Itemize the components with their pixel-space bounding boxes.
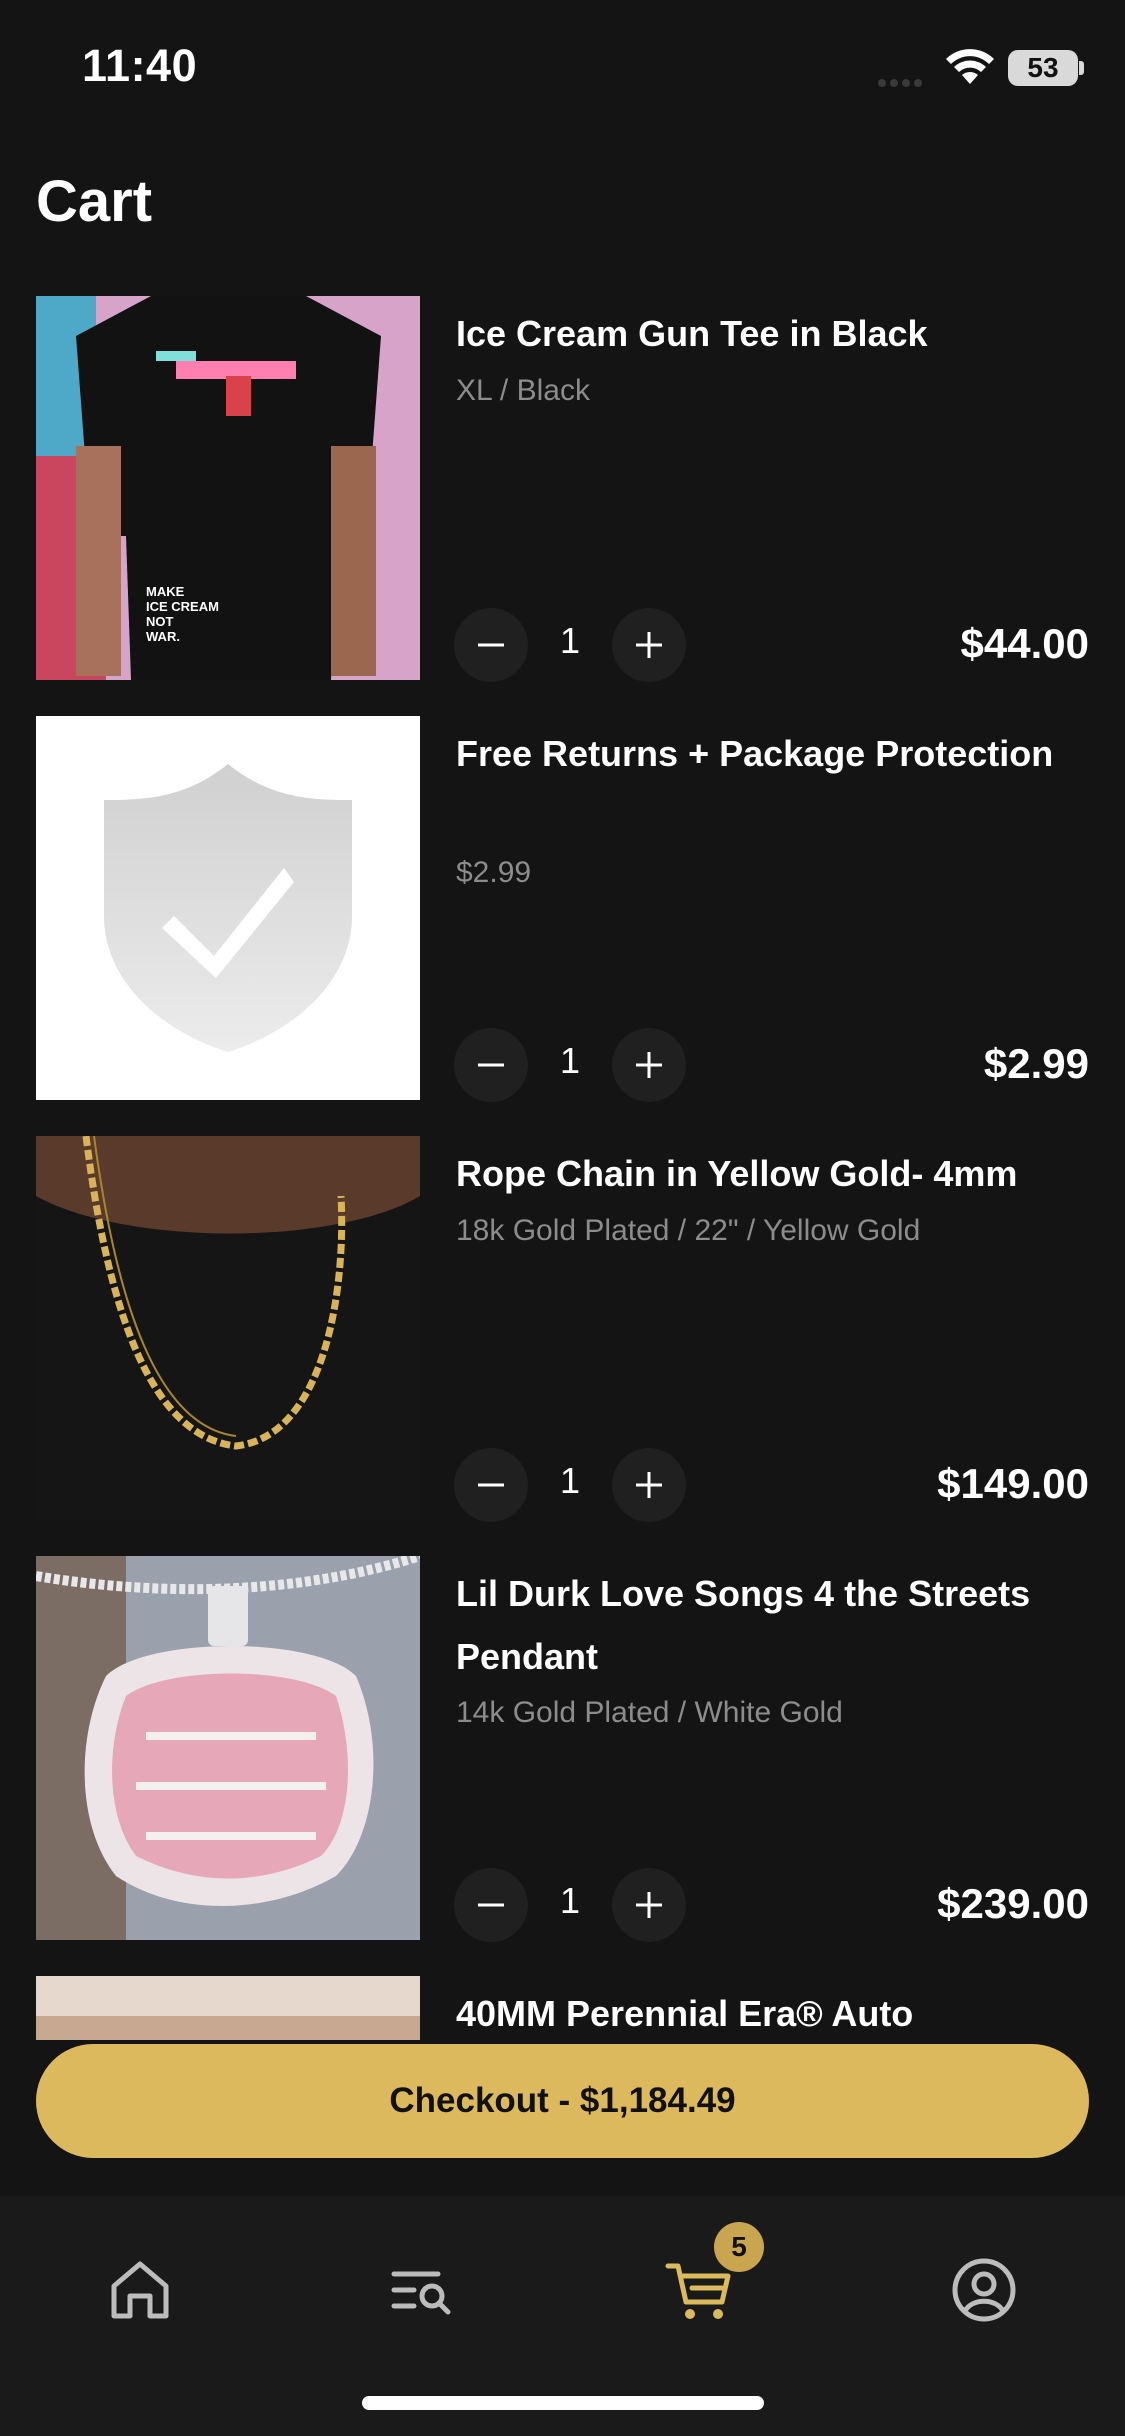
item-name[interactable]: Lil Durk Love Songs 4 the Streets Pendan… [456,1562,1096,1688]
decrease-quantity-button[interactable] [454,608,528,682]
item-variant: XL / Black [456,374,590,407]
rope-chain-photo[interactable] [36,1136,420,1520]
minus-icon [478,1063,504,1067]
increase-quantity-button[interactable] [612,1028,686,1102]
battery-tip [1079,61,1084,75]
decrease-quantity-button[interactable] [454,1028,528,1102]
increase-quantity-button[interactable] [612,608,686,682]
watch-photo[interactable] [36,1976,420,2040]
item-name[interactable]: 40MM Perennial Era® Auto [456,1982,1096,2040]
pendant-photo[interactable] [36,1556,420,1940]
minus-icon [478,1483,504,1487]
home-indicator[interactable] [362,2396,764,2410]
quantity-value: 1 [559,1040,581,1081]
status-bar: 11:40 53 [0,0,1125,140]
item-price: $239.00 [937,1880,1089,1927]
svg-text:WAR.: WAR. [146,629,180,644]
status-time: 11:40 [82,40,198,91]
cart-item[interactable]: 40MM Perennial Era® Auto [0,1976,1125,2040]
account-icon [952,2258,1016,2322]
tab-account[interactable] [948,2254,1020,2326]
quantity-value: 1 [559,1460,581,1501]
item-variant: 18k Gold Plated / 22" / Yellow Gold [456,1214,921,1247]
cart-item[interactable]: MAKE ICE CREAM NOT WAR. Ice Cream Gun Te… [0,296,1125,682]
quantity-stepper: 1 [454,1028,686,1102]
item-name[interactable]: Ice Cream Gun Tee in Black [456,302,1096,365]
wifi-icon [946,49,994,84]
battery-icon: 53 [1008,50,1078,86]
cart-list[interactable]: MAKE ICE CREAM NOT WAR. Ice Cream Gun Te… [0,296,1125,2040]
quantity-stepper: 1 [454,1448,686,1522]
quantity-stepper: 1 [454,608,686,682]
item-price: $149.00 [937,1460,1089,1507]
signal-dots-icon [878,74,938,87]
minus-icon [478,1903,504,1907]
increase-quantity-button[interactable] [612,1868,686,1942]
item-price: $44.00 [960,620,1089,667]
minus-icon [478,643,504,647]
checkout-button[interactable]: Checkout - $1,184.49 [36,2044,1089,2158]
quantity-value: 1 [559,1880,581,1921]
decrease-quantity-button[interactable] [454,1448,528,1522]
page-title: Cart [36,169,153,234]
cart-item[interactable]: Lil Durk Love Songs 4 the Streets Pendan… [0,1556,1125,1942]
tab-home[interactable] [104,2254,176,2326]
plus-icon [636,1052,662,1078]
cart-count-badge: 5 [714,2222,764,2272]
quantity-value: 1 [559,620,581,661]
svg-text:NOT: NOT [146,614,174,629]
decrease-quantity-button[interactable] [454,1868,528,1942]
item-name[interactable]: Rope Chain in Yellow Gold- 4mm [456,1142,1096,1205]
quantity-stepper: 1 [454,1868,686,1942]
plus-icon [636,632,662,658]
t-shirt-photo[interactable]: MAKE ICE CREAM NOT WAR. [36,296,420,680]
cart-item[interactable]: Rope Chain in Yellow Gold- 4mm 18k Gold … [0,1136,1125,1522]
increase-quantity-button[interactable] [612,1448,686,1522]
svg-text:MAKE: MAKE [146,584,185,599]
plus-icon [636,1472,662,1498]
cart-item[interactable]: Free Returns + Package Protection $2.99 … [0,716,1125,1102]
svg-text:ICE CREAM: ICE CREAM [146,599,219,614]
item-price: $2.99 [983,1040,1089,1087]
item-variant: 14k Gold Plated / White Gold [456,1696,843,1729]
plus-icon [636,1892,662,1918]
item-variant: $2.99 [456,856,532,889]
tab-search[interactable] [386,2254,458,2326]
shield-check-icon[interactable] [36,716,420,1100]
search-list-icon [391,2271,451,2315]
home-icon [111,2261,169,2319]
item-name[interactable]: Free Returns + Package Protection [456,722,1096,785]
